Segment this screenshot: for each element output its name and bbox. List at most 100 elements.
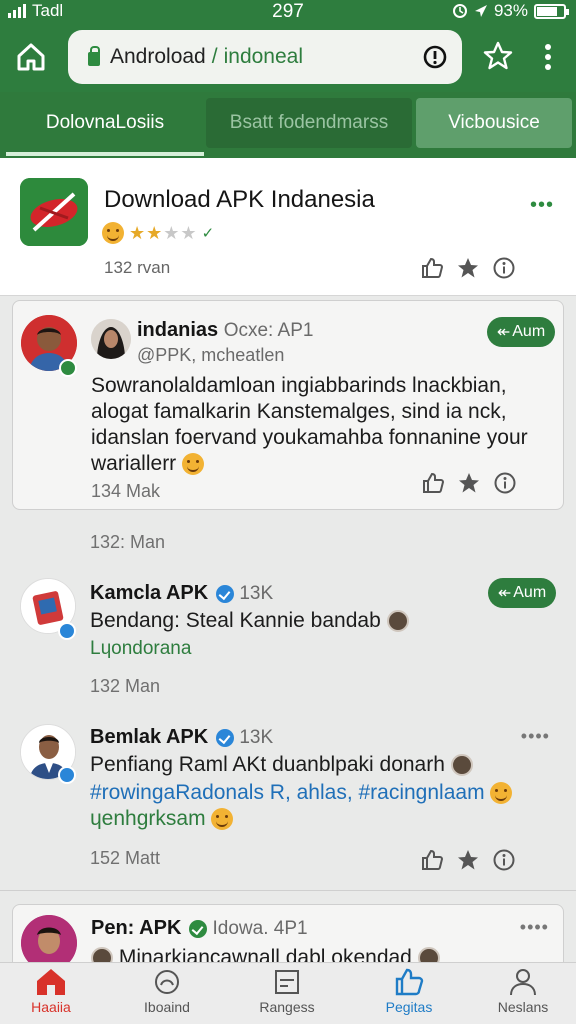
star-icon[interactable] [456, 256, 480, 280]
tab-downloads[interactable]: DolovnaLosiis [6, 98, 204, 148]
person-icon [510, 969, 536, 996]
nav-loading[interactable]: Iboaind [112, 967, 222, 1015]
nav-profile[interactable]: Neslans [468, 967, 576, 1015]
post-hashtags: #rowingaRadonals R, ahlas, #racingnlaam [90, 780, 560, 806]
sad-emoji-icon [102, 222, 124, 244]
more-horiz-icon[interactable]: ••• [530, 194, 554, 217]
nav-home-label: Haaiia [31, 999, 71, 1015]
star-icon: ★ [163, 222, 180, 243]
app-card: Download APK Indanesia ★ ★ ★ ★ ✓ 132 rva… [0, 158, 576, 296]
battery-icon [534, 3, 569, 19]
post-card[interactable]: indanias Ocxe: AP1 @PPK, mcheatlen ↞ Aum … [12, 300, 564, 510]
url-separator: / [211, 45, 218, 68]
star-icon: ★ [180, 222, 197, 243]
verified-badge-icon [58, 622, 76, 640]
nav-home[interactable]: Haaiia [0, 967, 106, 1015]
share-icon: ↞ [497, 585, 512, 602]
tab-services[interactable]: Vicbousice [416, 98, 572, 148]
smile-emoji-icon [211, 808, 234, 831]
url-path: indoneal [223, 45, 303, 68]
verified-icon [215, 728, 234, 747]
sync-icon [155, 970, 179, 994]
status-bar: Tadl 297 93% [0, 0, 576, 24]
chevron-down-icon[interactable]: ✓ [202, 224, 215, 242]
bottom-navigation: Haaiia Iboaind Rangess Pegitas Neslans [0, 962, 576, 1024]
post-author[interactable]: indanias Ocxe: AP1 [137, 319, 313, 342]
post-subtext: ɥenhgrksam [90, 806, 234, 832]
nav-ranges[interactable]: Rangess [232, 967, 342, 1015]
star-icon[interactable] [456, 848, 480, 872]
star-icon: ★ [129, 222, 146, 243]
home-icon[interactable] [12, 38, 50, 76]
app-actions [420, 256, 516, 280]
more-horiz-icon[interactable]: •••• [521, 726, 550, 747]
avatar[interactable] [91, 319, 131, 359]
author-meta: 13K [239, 583, 274, 604]
author-meta: 13K [239, 727, 274, 748]
post-actions [420, 848, 516, 872]
share-icon: ↞ [496, 324, 511, 341]
bookmark-star-icon[interactable] [482, 40, 514, 72]
follow-button-label: Aum [512, 323, 546, 340]
more-vert-icon[interactable] [538, 42, 558, 72]
tab-best-downloads[interactable]: Bsatt fodendmarss [206, 98, 412, 148]
author-meta: Idowa. 4P1 [212, 918, 308, 939]
info-icon[interactable] [492, 848, 516, 872]
post-text: Bendang: Steal Kannie bandab [90, 609, 381, 632]
thumbs-up-icon[interactable] [420, 848, 444, 872]
post-subtext-label: ɥenhgrksam [90, 807, 206, 830]
follow-button[interactable]: ↞ Aum [487, 317, 555, 347]
hashtag-text[interactable]: #rowingaRadonals R, ahlas, #racingnlaam [90, 781, 485, 804]
author-name: Bemlak APK [90, 726, 209, 748]
nav-loading-label: Iboaind [144, 999, 190, 1015]
nav-ranges-label: Rangess [259, 999, 315, 1015]
star-icon: ★ [146, 222, 163, 243]
divider [0, 890, 576, 891]
location-icon [474, 5, 487, 17]
thumbs-up-icon [395, 968, 424, 996]
verified-badge-icon [58, 766, 76, 784]
thumbs-up-icon[interactable] [421, 471, 445, 495]
info-icon[interactable] [492, 256, 516, 280]
follow-button-label: Aum [513, 584, 547, 601]
post-text: Penfiang Raml AKt duanblpaki donarh [90, 753, 445, 776]
alarm-icon [452, 4, 467, 18]
thumbs-up-icon[interactable] [420, 256, 444, 280]
author-handle: @PPK, mcheatlen [137, 345, 285, 365]
follow-button[interactable]: ↞ Aum [488, 578, 556, 608]
url-bar[interactable]: Androload / indoneal [68, 30, 462, 84]
post-author[interactable]: Pen: APK Idowa. 4P1 [91, 917, 308, 940]
url-domain: Androload [110, 45, 206, 68]
face-icon [450, 754, 473, 777]
face-icon [386, 610, 409, 633]
smile-emoji-icon [182, 453, 205, 476]
author-meta: Ocxe: AP1 [223, 320, 314, 341]
nav-profile-label: Neslans [497, 999, 549, 1015]
info-icon[interactable] [422, 44, 448, 70]
post-actions [421, 471, 517, 495]
nav-pages[interactable]: Pegitas [354, 967, 464, 1015]
post-author[interactable]: Bemlak APK 13K [90, 726, 273, 749]
lock-icon [88, 46, 100, 66]
tab-bar: DolovnaLosiis Bsatt fodendmarss Vicbousi… [0, 92, 576, 158]
post-body: Bendang: Steal Kannie bandab [90, 608, 530, 634]
post-body: Sowranolaldamloan ingiabbarinds lnackbia… [91, 373, 551, 477]
app-downloads: 132 rvan [104, 258, 171, 277]
more-horiz-icon[interactable]: •••• [520, 917, 549, 938]
post-stat: 152 Matt [90, 848, 161, 868]
nav-pages-label: Pegitas [385, 999, 433, 1015]
smile-emoji-icon [490, 782, 513, 805]
author-name: indanias [137, 319, 219, 341]
verified-badge-icon [59, 359, 77, 377]
active-tab-indicator [6, 152, 204, 156]
post-author[interactable]: Kamcla APK 13K [90, 582, 273, 605]
author-name: Pen: APK [91, 917, 182, 939]
post-body: Penfiang Raml AKt duanblpaki donarh [90, 752, 550, 778]
post-stat: 134 Mak [91, 481, 161, 501]
home-icon [37, 969, 65, 995]
info-icon[interactable] [493, 471, 517, 495]
star-icon[interactable] [457, 471, 481, 495]
app-logo-icon[interactable] [20, 178, 88, 246]
post-subtext: Lɥondorana [90, 638, 192, 659]
battery-percent: 93% [493, 1, 528, 20]
